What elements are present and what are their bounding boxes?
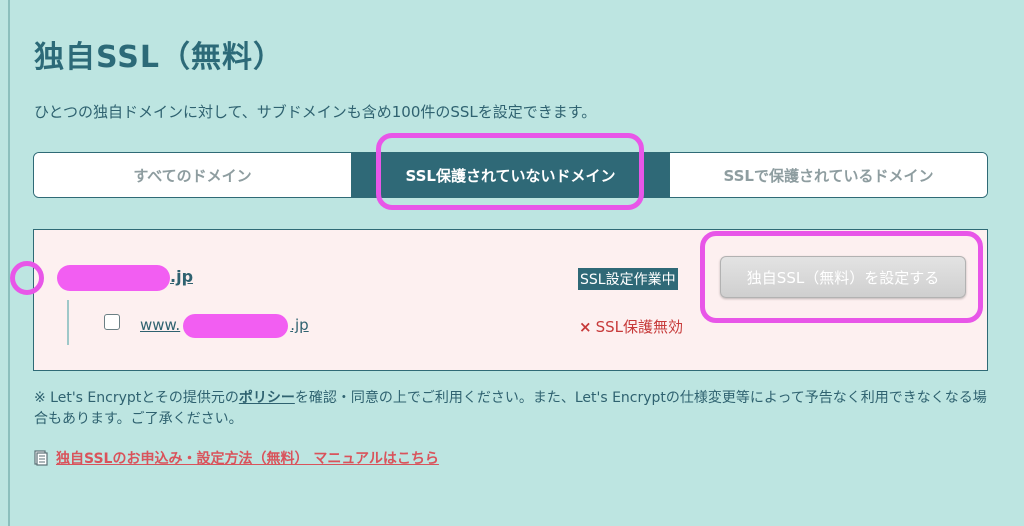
policy-link[interactable]: ポリシー [239,390,295,406]
terms-note: ※ Let's Encryptとその提供元のポリシーを確認・同意の上でご利用くだ… [34,388,994,430]
redacted-subdomain-name [183,314,288,338]
subdomain-suffix: .jp [290,316,309,334]
manual-link[interactable]: 独自SSLのお申込み・設定方法（無料） マニュアルはこちら [34,448,439,468]
left-border [8,0,10,526]
page-title: 独自SSL（無料） [34,40,284,75]
ssl-working-badge: SSL設定作業中 [578,268,678,290]
error-x-icon: × [579,318,592,336]
redacted-domain-name [57,265,170,291]
domain-filter-tabs: すべてのドメイン SSL保護されていないドメイン SSLで保護されているドメイン [33,152,988,198]
subdomain-checkbox[interactable] [104,314,120,330]
page-description: ひとつの独自ドメインに対して、サブドメインも含め100件のSSLを設定できます。 [34,103,597,121]
main-domain-link[interactable]: .jp [170,267,193,286]
set-ssl-button[interactable]: 独自SSL（無料）を設定する [720,256,966,298]
domain-panel [33,229,988,371]
subdomain-connector [67,300,69,345]
manual-link-label: 独自SSLのお申込み・設定方法（無料） マニュアルはこちら [56,451,439,467]
checkbox-highlight-annotation [10,261,44,295]
tab-protected-domains[interactable]: SSLで保護されているドメイン [669,153,987,197]
document-icon [34,450,48,466]
tab-all-domains[interactable]: すべてのドメイン [34,153,351,197]
terms-note-part1: ※ Let's Encryptとその提供元の [34,390,239,406]
tab-unprotected-domains[interactable]: SSL保護されていないドメイン [351,153,669,197]
ssl-invalid-status: × SSL保護無効 [579,316,683,337]
ssl-invalid-label: SSL保護無効 [595,318,683,336]
subdomain-prefix: www. [140,316,181,334]
